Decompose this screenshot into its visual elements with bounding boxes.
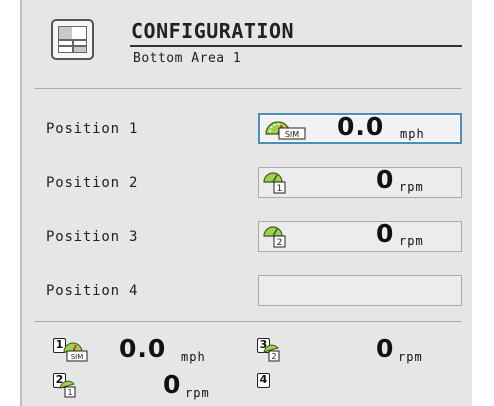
shaft-speed-2-icon: 2 xyxy=(263,344,280,362)
position-3-unit: rpm xyxy=(399,234,424,248)
position-2-value: 0 xyxy=(376,165,395,194)
preview-2-unit: rpm xyxy=(185,386,210,400)
sim-speed-gauge-icon: SIM xyxy=(265,121,306,140)
shaft-speed-1-icon: 1 xyxy=(263,172,286,194)
position-3-selector[interactable]: 2 0 rpm xyxy=(258,219,462,252)
divider-bottom xyxy=(34,321,462,322)
title-rule xyxy=(130,45,462,47)
svg-text:2: 2 xyxy=(271,352,276,361)
position-3-label: Position 3 xyxy=(46,229,139,245)
svg-text:SIM: SIM xyxy=(71,353,84,361)
sim-speed-gauge-icon: SIM xyxy=(63,342,88,362)
position-1-selector[interactable]: SIM 0.0 mph xyxy=(258,112,462,144)
svg-text:1: 1 xyxy=(67,388,72,397)
preview-badge-4: 4 xyxy=(257,373,270,388)
position-1-value: 0.0 xyxy=(337,112,385,141)
svg-text:SIM: SIM xyxy=(285,130,299,139)
svg-text:2: 2 xyxy=(277,238,283,248)
position-4-label: Position 4 xyxy=(46,283,139,299)
position-4-selector[interactable] xyxy=(258,275,462,306)
preview-3-value: 0 xyxy=(376,334,395,363)
position-1-unit: mph xyxy=(400,127,425,141)
svg-text:1: 1 xyxy=(277,184,283,194)
position-1-label: Position 1 xyxy=(46,121,139,137)
config-screen: CONFIGURATION Bottom Area 1 Position 1 S… xyxy=(20,0,472,406)
screen-edge xyxy=(20,0,22,406)
shaft-speed-1-icon: 1 xyxy=(59,380,76,398)
page-title: CONFIGURATION xyxy=(131,19,295,43)
preview-1-unit: mph xyxy=(181,350,206,364)
preview-1-value: 0.0 xyxy=(119,334,167,363)
layout-config-icon xyxy=(51,19,94,60)
position-2-unit: rpm xyxy=(399,180,424,194)
position-2-label: Position 2 xyxy=(46,175,139,191)
divider-top xyxy=(34,88,462,89)
position-2-selector[interactable]: 1 0 rpm xyxy=(258,165,462,198)
preview-3-unit: rpm xyxy=(398,350,423,364)
preview-2-value: 0 xyxy=(163,370,182,399)
page-subtitle: Bottom Area 1 xyxy=(133,51,242,66)
shaft-speed-2-icon: 2 xyxy=(263,226,286,248)
position-3-value: 0 xyxy=(376,219,395,248)
